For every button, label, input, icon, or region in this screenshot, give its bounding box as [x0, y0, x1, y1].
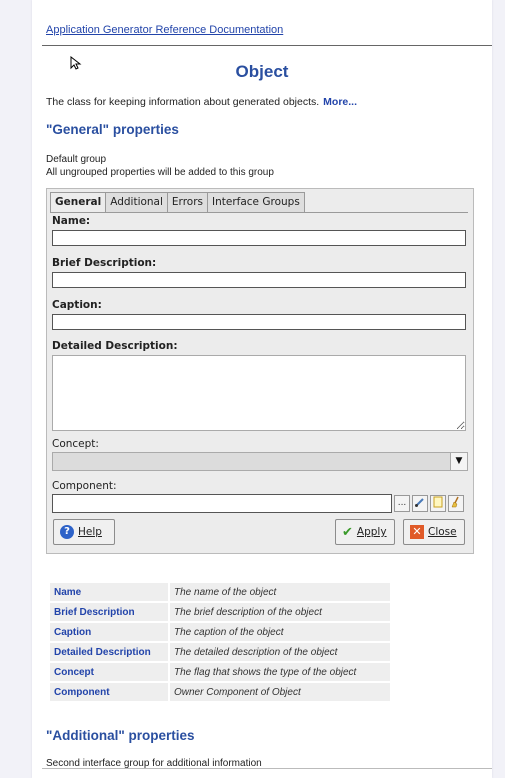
property-description: The caption of the object — [170, 623, 390, 641]
tab-general[interactable]: General — [50, 192, 107, 213]
name-field[interactable] — [52, 230, 466, 246]
intro-description: The class for keeping information about … — [46, 96, 320, 108]
intro-text: The class for keeping information about … — [46, 96, 357, 108]
page-title: Object — [235, 62, 289, 81]
concept-label: Concept: — [52, 438, 99, 450]
dropdown-arrow-icon[interactable]: ▼ — [450, 453, 467, 470]
more-link[interactable]: More... — [323, 96, 357, 108]
group-name: Default group — [46, 154, 107, 165]
tab-additional[interactable]: Additional — [105, 192, 168, 212]
property-description: The flag that shows the type of the obje… — [170, 663, 390, 681]
close-button-label: Close — [428, 526, 457, 538]
help-button[interactable]: ? Help — [53, 519, 115, 545]
table-row: Caption The caption of the object — [50, 623, 390, 641]
property-name[interactable]: Name — [50, 583, 168, 601]
detailed-description-label: Detailed Description: — [52, 340, 178, 352]
note-icon[interactable] — [430, 495, 446, 512]
property-name[interactable]: Caption — [50, 623, 168, 641]
component-label: Component: — [52, 480, 117, 492]
help-button-label: Help — [78, 526, 102, 538]
component-field[interactable] — [52, 494, 392, 513]
tab-errors[interactable]: Errors — [166, 192, 208, 212]
brush-icon[interactable] — [412, 495, 428, 512]
name-label: Name: — [52, 215, 91, 227]
table-row: Component Owner Component of Object — [50, 683, 390, 701]
caption-label: Caption: — [52, 299, 102, 311]
tab-bar: General Additional Errors Interface Grou… — [50, 192, 305, 213]
general-tab-panel: Name: Brief Description: Caption: Detail… — [50, 212, 468, 513]
header-divider — [42, 45, 492, 46]
close-x-icon: ✕ — [410, 525, 424, 539]
checkmark-icon: ✔ — [342, 524, 353, 540]
brief-description-label: Brief Description: — [52, 257, 157, 269]
documentation-page: Application Generator Reference Document… — [32, 0, 492, 778]
property-description: The detailed description of the object — [170, 643, 390, 661]
tab-interface-groups[interactable]: Interface Groups — [207, 192, 305, 212]
property-name[interactable]: Component — [50, 683, 168, 701]
property-description: The name of the object — [170, 583, 390, 601]
table-row: Concept The flag that shows the type of … — [50, 663, 390, 681]
general-section-heading: "General" properties — [46, 122, 179, 137]
table-row: Name The name of the object — [50, 583, 390, 601]
concept-dropdown[interactable]: ▼ — [52, 452, 468, 471]
table-row: Brief Description The brief description … — [50, 603, 390, 621]
close-button[interactable]: ✕ Close — [403, 519, 465, 545]
broom-icon[interactable] — [448, 495, 464, 512]
breadcrumb-link[interactable]: Application Generator Reference Document… — [46, 24, 283, 36]
dialog-button-bar: ? Help ✔ Apply ✕ Close — [47, 515, 473, 553]
apply-button[interactable]: ✔ Apply — [335, 519, 395, 545]
property-name[interactable]: Brief Description — [50, 603, 168, 621]
property-name[interactable]: Detailed Description — [50, 643, 168, 661]
additional-section-heading: "Additional" properties — [46, 728, 195, 743]
brief-description-field[interactable] — [52, 272, 466, 288]
property-name[interactable]: Concept — [50, 663, 168, 681]
caption-field[interactable] — [52, 314, 466, 330]
apply-button-label: Apply — [356, 526, 387, 538]
footer-divider — [42, 768, 492, 769]
component-browse-button[interactable]: ... — [394, 495, 410, 512]
property-description: The brief description of the object — [170, 603, 390, 621]
help-icon: ? — [60, 525, 74, 539]
detailed-description-field[interactable] — [52, 355, 466, 431]
group-description: Default group All ungrouped properties w… — [46, 153, 274, 179]
properties-table: Name The name of the object Brief Descri… — [48, 581, 392, 703]
object-dialog: General Additional Errors Interface Grou… — [46, 188, 474, 554]
property-description: Owner Component of Object — [170, 683, 390, 701]
group-note: All ungrouped properties will be added t… — [46, 167, 274, 178]
table-row: Detailed Description The detailed descri… — [50, 643, 390, 661]
